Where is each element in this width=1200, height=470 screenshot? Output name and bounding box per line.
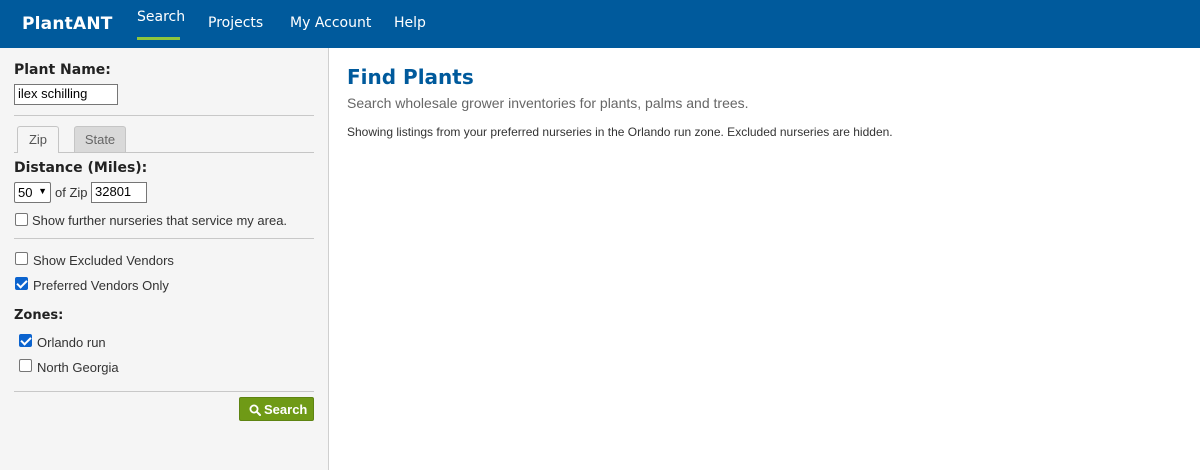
nav-item-search[interactable]: Search [137,9,185,25]
top-navigation-bar: PlantANT Search Projects My Account Help [0,0,1200,48]
distance-select-value: 50 [18,185,33,200]
zone-orlando-run-checkbox[interactable] [19,334,32,347]
page-subtitle: Search wholesale grower inventories for … [347,95,749,111]
nav-active-indicator [137,37,180,40]
zone-north-georgia-label: North Georgia [37,360,119,375]
search-icon [249,404,261,416]
excluded-vendors-label: Show Excluded Vendors [33,253,174,268]
further-nurseries-label: Show further nurseries that service my a… [32,213,288,228]
search-button-label: Search [264,402,308,417]
preferred-vendors-label: Preferred Vendors Only [33,278,169,293]
tab-zip[interactable]: Zip [17,126,59,153]
distance-label: Distance (Miles): [14,160,148,176]
nav-item-help[interactable]: Help [394,15,426,31]
divider [14,391,314,392]
tab-state[interactable]: State [74,126,126,152]
excluded-vendors-checkbox[interactable] [15,252,28,265]
zone-orlando-run-label: Orlando run [37,335,106,350]
nav-item-my-account[interactable]: My Account [290,15,371,31]
page-title: Find Plants [347,65,474,89]
of-zip-label: of Zip [55,185,88,200]
preferred-vendors-checkbox[interactable] [15,277,28,290]
brand-logo[interactable]: PlantANT [22,14,113,34]
tab-baseline [14,152,314,153]
further-nurseries-checkbox[interactable] [15,213,28,226]
distance-select[interactable]: 50 ▼ [14,182,51,203]
divider [14,115,314,116]
search-button[interactable]: Search [239,397,314,421]
zone-north-georgia-checkbox[interactable] [19,359,32,372]
divider [14,238,314,239]
chevron-down-icon: ▼ [38,186,47,196]
results-note: Showing listings from your preferred nur… [347,125,893,139]
nav-item-projects[interactable]: Projects [208,15,263,31]
zones-label: Zones: [14,308,64,323]
zip-input[interactable]: 32801 [91,182,147,203]
search-sidebar: Plant Name: ilex schilling Zip State Dis… [0,48,329,470]
plant-name-input[interactable]: ilex schilling [14,84,118,105]
plant-name-label: Plant Name: [14,62,111,78]
